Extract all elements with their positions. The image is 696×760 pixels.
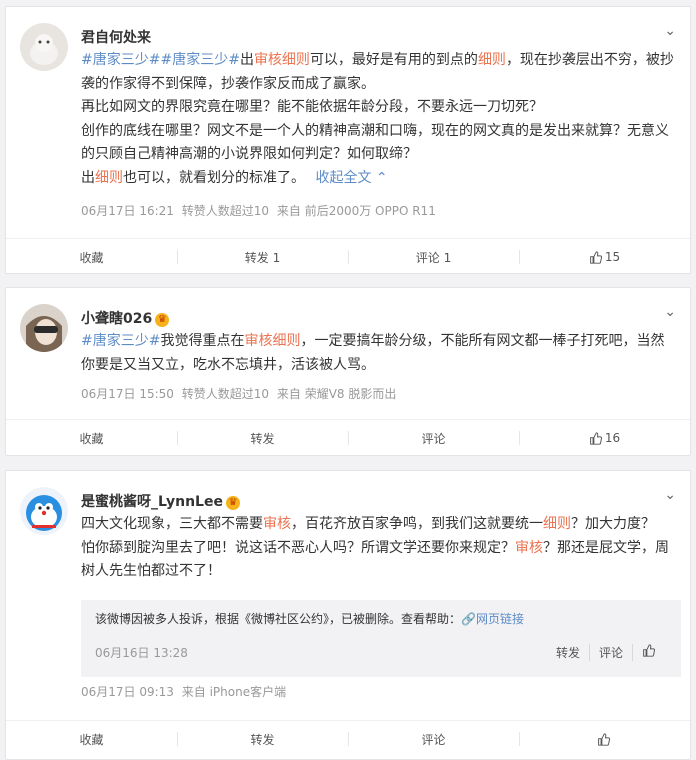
text-line: 创作的底线在哪里？网文不是一个人的精神高潮和口嗨，现在的网文真的是发出来就算？无… [81,122,669,139]
post-time[interactable]: 06月17日 16:21 [81,204,174,218]
text-segment: 四大文化现象，三大都不需要 [81,516,263,532]
vip-badge-icon: ♛ [225,496,240,510]
repost-button[interactable]: 转发 [177,721,348,757]
username[interactable]: 君自何处来 [81,27,151,47]
keyword-link[interactable]: 审核细则 [244,333,300,349]
keyword-link[interactable]: 细则 [95,170,123,186]
repost-note: 转赞人数超过10 [181,387,270,401]
text-segment: ，百花齐放百家争鸣，到我们这就要统一 [291,516,543,532]
text-line: 的只顾自己精神高潮的小说界限如何判定？如何取缔？ [81,146,417,162]
quoted-post: 该微博因被多人投诉，根据《微博社区公约》，已被删除。查看帮助：🔗网页链接 06月… [81,600,681,677]
collect-button[interactable]: 收藏 [6,721,177,757]
action-bar: 收藏 转发 评论 16 [6,419,690,456]
quoted-repost-button[interactable]: 转发 [547,644,589,661]
keyword-link[interactable]: 细则 [478,52,506,68]
text-line: 树人先生怕都过不了！ [81,563,221,579]
text-line: 袭的作家得不到保障，抄袭作家反而成了赢家。 [81,75,375,92]
post-time[interactable]: 06月17日 15:50 [81,387,174,401]
like-button[interactable] [519,721,690,757]
action-bar: 收藏 转发 评论 [6,720,690,757]
quoted-post-text: 该微博因被多人投诉，根据《微博社区公约》，已被删除。查看帮助：🔗网页链接 [95,612,524,626]
avatar[interactable] [20,487,68,535]
quoted-post-time[interactable]: 06月16日 13:28 [95,644,188,661]
post-text: #唐家三少#我觉得重点在审核细则，一定要搞年龄分级，不能所有网文都一棒子打死吧，… [81,330,671,377]
collect-button[interactable]: 收藏 [6,239,177,275]
like-button[interactable]: 15 [519,239,690,275]
post-meta: 06月17日 16:21 转赞人数超过10 来自 前后2000万 OPPO R1… [81,202,440,219]
text-segment: 也可以，就看划分的标准了。 [123,169,305,186]
repost-button[interactable]: 转发 1 [177,239,348,275]
action-bar: 收藏 转发 1 评论 1 15 [6,238,690,275]
text-segment: ，现在抄袭层出不穷，被抄 [505,52,674,68]
chevron-up-icon: ⌃ [375,169,388,186]
comment-button[interactable]: 评论 [348,420,519,456]
text-line: 再比如网文的界限究竟在哪里？能不能依据年龄分段，不要永远一刀切死？ [81,99,543,115]
text-segment: 出 [81,169,95,186]
chevron-down-icon[interactable]: ⌄ [664,304,676,320]
username[interactable]: 是蜜桃酱呀_LynnLee ♛ [81,491,240,511]
text-segment: 我觉得重点在 [160,333,245,349]
quoted-post-actions: 转发 评论 [547,644,667,661]
post-text: #唐家三少##唐家三少#出审核细则可以，最好是有用的到点的细则，现在抄袭层出不穷… [81,49,674,190]
text-segment: 怕你舔到腚沟里去了吧！说这话不恶心人吗？所谓文学还要你来规定？ [81,539,515,556]
post-card: 小聋瞎026 ♛ ⌄ #唐家三少#我觉得重点在审核细则，一定要搞年龄分级，不能所有… [5,287,691,456]
post-card: 君自何处来 ⌄ #唐家三少##唐家三少#出审核细则可以，最好是有用的到点的细则，… [5,6,691,274]
chevron-down-icon[interactable]: ⌄ [664,487,676,503]
text-segment: 出 [239,52,254,68]
text-segment: ？加大力度？ [571,516,655,532]
post-source: 来自 前后2000万 OPPO R11 [276,204,436,218]
keyword-link[interactable]: 细则 [543,516,571,532]
thumbs-up-icon [597,732,610,746]
post-time[interactable]: 06月17日 09:13 [81,685,174,699]
text-line: 你要是又当又立，吃水不忘填井，活该被人骂。 [81,356,375,373]
thumbs-up-icon [589,250,602,264]
text-segment: ，一定要搞年龄分级，不能所有网文都一棒子打死吧，当然 [300,333,665,349]
quoted-comment-button[interactable]: 评论 [588,644,632,661]
keyword-link[interactable]: 审核细则 [254,52,310,68]
text-segment: 可以，最好是有用的到点的 [309,52,478,68]
chevron-down-icon[interactable]: ⌄ [664,23,676,39]
collect-button[interactable]: 收藏 [6,420,177,456]
post-text: 四大文化现象，三大都不需要审核，百花齐放百家争鸣，到我们这就要统一细则？加大力度… [81,513,671,584]
avatar[interactable] [20,23,68,71]
avatar[interactable] [20,304,68,352]
post-meta: 06月17日 09:13 来自 iPhone客户端 [81,683,290,700]
repost-button[interactable]: 转发 [177,420,348,456]
post-card: 是蜜桃酱呀_LynnLee ♛ ⌄ 四大文化现象，三大都不需要审核，百花齐放百家争… [5,470,691,760]
comment-button[interactable]: 评论 [348,721,519,757]
thumbs-up-icon [589,431,602,445]
vip-badge-icon: ♛ [155,313,170,327]
comment-button[interactable]: 评论 1 [348,239,519,275]
collapse-full-text-link[interactable]: 收起全文 ⌃ [315,170,387,186]
username[interactable]: 小聋瞎026 ♛ [81,308,170,328]
hashtag-link[interactable]: #唐家三少# [81,333,160,349]
web-link[interactable]: 🔗网页链接 [461,612,524,626]
post-source: 来自 荣耀V8 脱影而出 [276,387,397,401]
hashtag-link[interactable]: #唐家三少# [160,52,239,68]
like-button[interactable]: 16 [519,420,690,456]
text-segment: ？那还是屁文学，周 [543,539,669,556]
link-icon: 🔗 [461,612,476,626]
keyword-link[interactable]: 审核 [515,540,543,556]
post-meta: 06月17日 15:50 转赞人数超过10 来自 荣耀V8 脱影而出 [81,385,400,402]
post-source: 来自 iPhone客户端 [181,685,287,699]
quoted-like-button[interactable] [632,644,667,661]
keyword-link[interactable]: 审核 [263,516,291,532]
thumbs-up-icon [643,644,656,657]
repost-note: 转赞人数超过10 [181,204,270,218]
hashtag-link[interactable]: #唐家三少# [81,52,160,68]
